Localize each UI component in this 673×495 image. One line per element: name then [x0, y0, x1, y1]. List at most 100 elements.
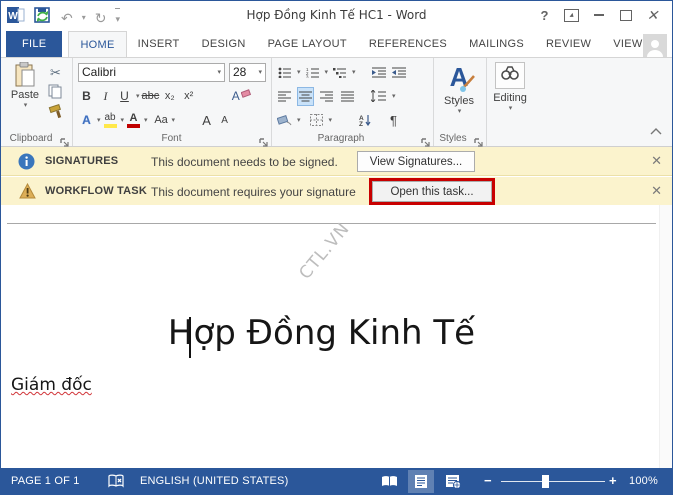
tab-page-layout[interactable]: PAGE LAYOUT: [257, 31, 358, 57]
zoom-slider-thumb[interactable]: [542, 475, 549, 488]
language-indicator[interactable]: ENGLISH (UNITED STATES): [140, 475, 288, 487]
decrease-indent-button[interactable]: [371, 63, 388, 82]
message-text: This document requires your signature: [151, 185, 356, 199]
font-color-dropdown-icon[interactable]: ▾: [144, 116, 148, 124]
cut-icon[interactable]: ✂: [47, 63, 64, 82]
minimize-button[interactable]: [585, 4, 612, 26]
shading-button[interactable]: [276, 111, 293, 130]
tab-insert[interactable]: INSERT: [127, 31, 191, 57]
italic-button[interactable]: I: [97, 87, 114, 106]
styles-dialog-launcher-icon[interactable]: [474, 134, 483, 147]
align-left-button[interactable]: [276, 87, 293, 106]
highlight-dropdown-icon[interactable]: ▾: [121, 116, 125, 124]
web-layout-button[interactable]: [440, 470, 466, 493]
zoom-slider-track[interactable]: [501, 481, 605, 482]
align-right-button[interactable]: [318, 87, 335, 106]
align-center-button[interactable]: [297, 86, 314, 106]
strikethrough-button[interactable]: abc: [142, 87, 160, 106]
undo-dropdown-icon[interactable]: ▾: [82, 9, 86, 27]
open-this-task-button[interactable]: Open this task...: [372, 181, 492, 202]
document-heading[interactable]: Hợp Đồng Kinh Tế: [1, 313, 642, 353]
shading-dropdown-icon[interactable]: ▾: [297, 116, 301, 124]
view-signatures-button[interactable]: View Signatures...: [357, 151, 475, 172]
close-message-icon[interactable]: ✕: [651, 154, 662, 167]
save-sync-icon[interactable]: [34, 6, 52, 29]
ribbon-tab-bar: FILE HOME INSERT DESIGN PAGE LAYOUT REFE…: [1, 31, 672, 57]
subscript-button[interactable]: x₂: [161, 87, 178, 106]
sort-button[interactable]: AZ: [357, 111, 374, 130]
numbering-button[interactable]: 123: [304, 63, 321, 82]
zoom-in-button[interactable]: +: [609, 473, 617, 488]
read-mode-button[interactable]: [376, 470, 402, 493]
qat-customize-icon[interactable]: ▾: [115, 7, 121, 28]
tab-home[interactable]: HOME: [68, 31, 127, 57]
line-spacing-button[interactable]: [370, 87, 387, 106]
maximize-button[interactable]: [612, 4, 639, 26]
borders-dropdown-icon[interactable]: ▾: [329, 116, 333, 124]
font-dialog-launcher-icon[interactable]: [259, 134, 268, 147]
superscript-button[interactable]: x²: [180, 87, 197, 106]
multilevel-dropdown-icon[interactable]: ▾: [352, 68, 356, 76]
pilcrow-button[interactable]: ¶: [385, 111, 402, 130]
page-indicator[interactable]: PAGE 1 OF 1: [11, 475, 80, 487]
font-color-button[interactable]: A: [125, 111, 142, 130]
clear-formatting-button[interactable]: A: [227, 87, 252, 106]
font-size-dropdown-icon[interactable]: ▾: [258, 68, 262, 76]
zoom-level[interactable]: 100%: [629, 475, 658, 487]
editing-button[interactable]: Editing ▾: [493, 62, 527, 112]
font-size-combo[interactable]: 28 ▾: [229, 62, 266, 82]
shrink-font-button[interactable]: A: [216, 111, 233, 130]
grow-font-button[interactable]: A: [198, 111, 215, 130]
collapse-ribbon-icon[interactable]: [650, 122, 662, 140]
tab-design[interactable]: DESIGN: [191, 31, 257, 57]
signature-line-text[interactable]: Giám đốc: [11, 375, 92, 395]
zoom-out-button[interactable]: −: [484, 473, 492, 488]
line-spacing-dropdown-icon[interactable]: ▾: [392, 92, 396, 100]
numbering-dropdown-icon[interactable]: ▾: [325, 68, 329, 76]
format-painter-icon[interactable]: [48, 103, 63, 124]
change-case-dropdown-icon[interactable]: ▾: [172, 116, 176, 124]
editing-dropdown-icon[interactable]: ▾: [509, 104, 513, 112]
paragraph-dialog-launcher-icon[interactable]: [421, 134, 430, 147]
highlight-button[interactable]: ab: [102, 111, 119, 130]
increase-indent-button[interactable]: [391, 63, 408, 82]
styles-button[interactable]: A Styles ▾: [439, 61, 479, 115]
help-button[interactable]: ?: [531, 4, 558, 26]
underline-button[interactable]: U: [116, 87, 133, 106]
clipboard-dialog-launcher-icon[interactable]: [60, 134, 69, 147]
paste-dropdown-icon[interactable]: ▾: [24, 101, 28, 109]
tab-review[interactable]: REVIEW: [535, 31, 602, 57]
word-window: W ↶ ▾ ↻ ▾ Hợp Đồng Kinh Tế HC1 - Word ? …: [0, 0, 673, 495]
close-message-icon[interactable]: ✕: [651, 184, 662, 197]
binoculars-icon: [495, 62, 525, 89]
multilevel-list-button[interactable]: [331, 63, 348, 82]
underline-dropdown-icon[interactable]: ▾: [136, 92, 140, 100]
justify-button[interactable]: [339, 87, 356, 106]
bold-button[interactable]: B: [78, 87, 95, 106]
styles-dropdown-icon[interactable]: ▾: [458, 107, 462, 115]
document-canvas[interactable]: CTL.VN Hợp Đồng Kinh Tế Giám đốc: [1, 205, 672, 468]
clipboard-icon: [15, 62, 35, 87]
bullets-button[interactable]: [276, 63, 293, 82]
window-title: Hợp Đồng Kinh Tế HC1 - Word: [246, 8, 427, 22]
redo-icon[interactable]: ↻: [95, 9, 107, 27]
close-button[interactable]: ✕: [639, 4, 666, 26]
print-layout-button[interactable]: [408, 470, 434, 493]
bullets-dropdown-icon[interactable]: ▾: [297, 68, 301, 76]
copy-icon[interactable]: [48, 84, 62, 104]
text-effects-dropdown-icon[interactable]: ▾: [97, 116, 101, 124]
undo-icon[interactable]: ↶: [61, 9, 73, 27]
tab-mailings[interactable]: MAILINGS: [458, 31, 535, 57]
user-avatar[interactable]: [643, 34, 667, 57]
paste-button[interactable]: Paste ▾: [7, 62, 43, 109]
font-name-combo[interactable]: Calibri ▾: [78, 62, 225, 82]
change-case-button[interactable]: Aa: [153, 111, 170, 130]
ribbon-display-options-button[interactable]: ▴: [558, 4, 585, 26]
borders-button[interactable]: [308, 111, 325, 130]
proofing-status-icon[interactable]: [108, 474, 124, 492]
vertical-scrollbar[interactable]: [659, 205, 672, 468]
font-name-dropdown-icon[interactable]: ▾: [217, 68, 221, 76]
text-effects-button[interactable]: A: [78, 111, 95, 130]
tab-references[interactable]: REFERENCES: [358, 31, 458, 57]
tab-file[interactable]: FILE: [6, 31, 63, 57]
